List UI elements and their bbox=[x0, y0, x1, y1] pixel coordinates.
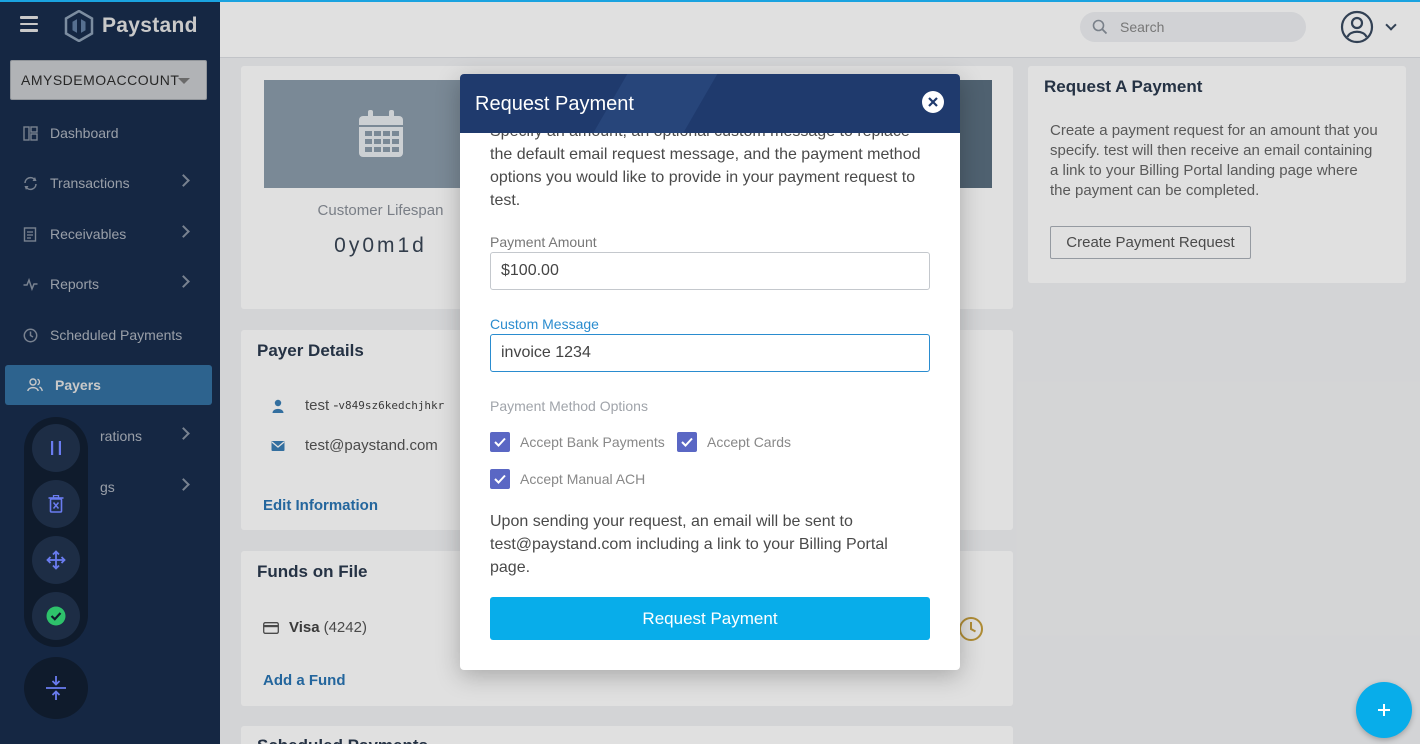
plus-icon bbox=[1378, 704, 1390, 716]
move-button[interactable] bbox=[32, 536, 80, 584]
move-icon bbox=[46, 550, 66, 570]
checkbox-label: Accept Cards bbox=[707, 434, 792, 450]
pause-button[interactable] bbox=[32, 424, 80, 472]
top-accent-bar bbox=[0, 0, 1420, 2]
payment-amount-label: Payment Amount bbox=[490, 234, 597, 250]
modal-title: Request Payment bbox=[475, 93, 634, 115]
payment-amount-value: $100.00 bbox=[501, 262, 559, 279]
accept-bank-payments-checkbox[interactable]: Accept Bank Payments bbox=[490, 432, 665, 452]
checkbox-checked-icon bbox=[490, 432, 510, 452]
checkbox-label: Accept Manual ACH bbox=[520, 471, 646, 487]
trash-icon bbox=[48, 495, 64, 513]
custom-message-input[interactable]: invoice 1234 bbox=[490, 334, 930, 372]
close-icon bbox=[928, 97, 938, 107]
accept-manual-ach-checkbox[interactable]: Accept Manual ACH bbox=[490, 469, 645, 489]
collapse-icon bbox=[46, 676, 66, 700]
modal-header: Request Payment bbox=[460, 74, 960, 133]
custom-message-label: Custom Message bbox=[490, 316, 599, 332]
checkbox-checked-icon bbox=[490, 469, 510, 489]
checkbox-label: Accept Bank Payments bbox=[520, 434, 665, 450]
modal-note: Upon sending your request, an email will… bbox=[490, 513, 888, 576]
accept-cards-checkbox[interactable]: Accept Cards bbox=[677, 432, 791, 452]
checkbox-checked-icon bbox=[677, 432, 697, 452]
payment-amount-input[interactable]: $100.00 bbox=[490, 252, 930, 290]
close-button[interactable] bbox=[922, 91, 944, 113]
check-circle-icon bbox=[46, 606, 66, 626]
request-payment-button[interactable]: Request Payment bbox=[490, 597, 930, 640]
add-fab-button[interactable] bbox=[1356, 682, 1412, 738]
custom-message-value: invoice 1234 bbox=[501, 344, 591, 361]
request-payment-modal: Specify an amount, an optional custom me… bbox=[460, 74, 960, 670]
delete-button[interactable] bbox=[32, 480, 80, 528]
floating-tool-panel bbox=[24, 417, 88, 647]
collapse-button[interactable] bbox=[24, 657, 88, 719]
confirm-button[interactable] bbox=[32, 592, 80, 640]
pause-icon bbox=[51, 441, 61, 455]
modal-intro-text: Specify an amount, an optional custom me… bbox=[490, 123, 921, 209]
payment-method-options-title: Payment Method Options bbox=[490, 398, 648, 414]
